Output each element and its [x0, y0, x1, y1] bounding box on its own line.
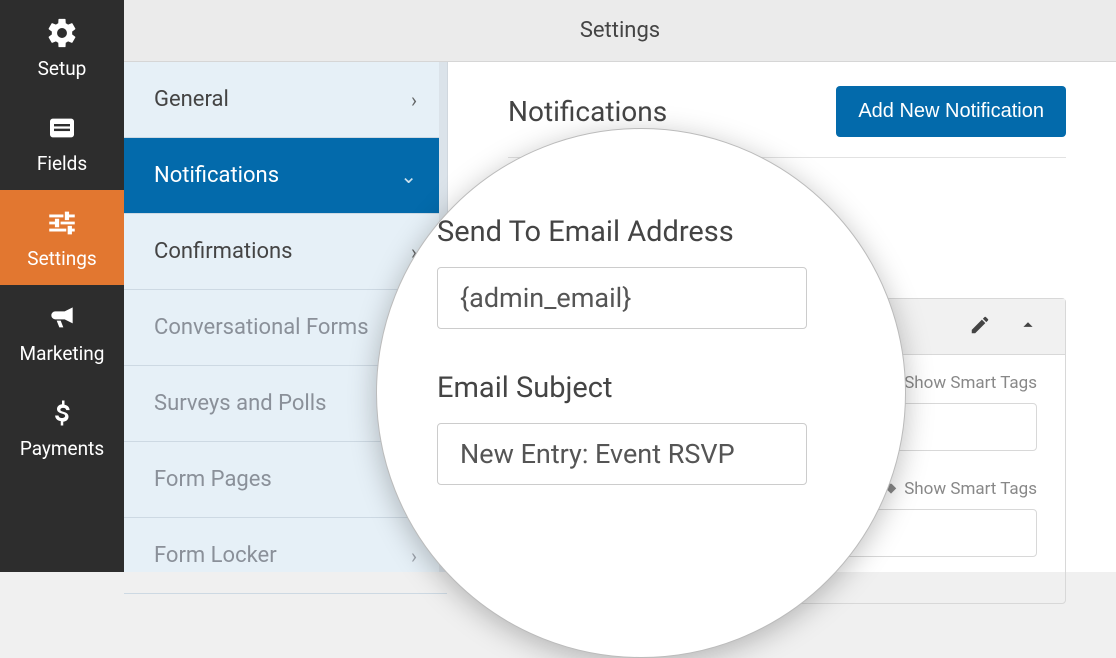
nav-fields[interactable]: Fields	[0, 95, 124, 190]
dollar-icon	[44, 395, 80, 431]
chevron-right-icon: ›	[411, 88, 417, 112]
subnav-label: Notifications	[154, 163, 279, 188]
email-subject-input[interactable]: New Entry: Event RSVP	[437, 423, 807, 485]
primary-nav: Setup Fields Settings Marketing Payments	[0, 0, 124, 572]
nav-label: Setup	[38, 57, 87, 80]
nav-label: Payments	[20, 437, 104, 460]
nav-label: Fields	[37, 152, 87, 175]
nav-marketing[interactable]: Marketing	[0, 285, 124, 380]
send-to-label: Send To Email Address	[437, 215, 855, 249]
sliders-icon	[44, 205, 80, 241]
section-heading: Notifications	[508, 95, 667, 128]
nav-label: Settings	[27, 247, 96, 270]
subnav-label: Form Pages	[154, 467, 272, 492]
subnav-general[interactable]: General ›	[124, 62, 447, 138]
add-notification-button[interactable]: Add New Notification	[836, 86, 1066, 137]
bullhorn-icon	[44, 300, 80, 336]
send-to-input[interactable]: {admin_email}	[437, 267, 807, 329]
top-bar: Settings	[124, 0, 1116, 62]
nav-payments[interactable]: Payments	[0, 380, 124, 475]
email-subject-label: Email Subject	[437, 371, 855, 405]
smart-tags-label: Show Smart Tags	[904, 373, 1037, 393]
smart-tags-label: Show Smart Tags	[904, 479, 1037, 499]
subnav-label: Form Locker	[154, 543, 277, 568]
chevron-right-icon: ›	[411, 544, 417, 568]
subnav-label: General	[154, 87, 229, 112]
page-title: Settings	[580, 18, 660, 43]
zoom-lens: Send To Email Address {admin_email} Emai…	[376, 128, 906, 658]
subnav-label: Confirmations	[154, 239, 293, 264]
send-to-value: {admin_email}	[460, 282, 631, 314]
gear-icon	[44, 15, 80, 51]
subnav-form-locker[interactable]: Form Locker ›	[124, 518, 447, 594]
collapse-icon[interactable]	[1017, 314, 1039, 340]
subnav-label: Conversational Forms	[154, 315, 369, 340]
nav-setup[interactable]: Setup	[0, 0, 124, 95]
edit-icon[interactable]	[969, 314, 991, 340]
nav-label: Marketing	[20, 342, 105, 365]
list-icon	[44, 110, 80, 146]
subnav-notifications[interactable]: Notifications ⌄	[124, 138, 447, 214]
subnav-confirmations[interactable]: Confirmations ›	[124, 214, 447, 290]
chevron-down-icon: ⌄	[400, 164, 417, 188]
email-subject-value: New Entry: Event RSVP	[460, 438, 735, 470]
subnav-label: Surveys and Polls	[154, 391, 326, 416]
nav-settings[interactable]: Settings	[0, 190, 124, 285]
